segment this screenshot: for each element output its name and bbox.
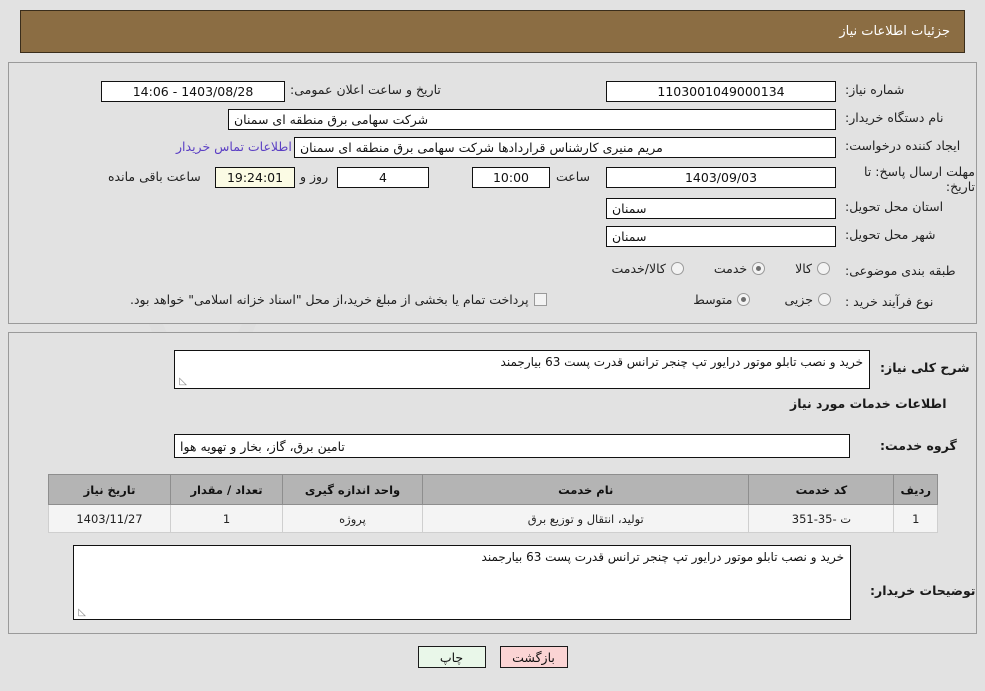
resize-grip-icon-2[interactable]: ◺ xyxy=(76,608,86,618)
purchase-type-option-1[interactable]: متوسط xyxy=(693,292,751,307)
deadline-days-label: روز و xyxy=(300,169,329,184)
radio-kala-khedmat[interactable] xyxy=(670,262,684,275)
table-header-row: ردیف کد خدمت نام خدمت واحد اندازه گیری ت… xyxy=(48,474,938,505)
buyer-notes-text: خرید و نصب تابلو موتور درایور تپ چنجر تر… xyxy=(481,550,844,564)
announce-datetime-field[interactable]: 1403/08/28 - 14:06 xyxy=(101,81,285,102)
category-option-1[interactable]: خدمت xyxy=(713,261,766,276)
need-number-label: شماره نیاز: xyxy=(845,82,905,97)
category-option-0-label: کالا xyxy=(795,261,812,276)
back-button[interactable]: بازگشت xyxy=(499,646,568,668)
province-field[interactable]: سمنان xyxy=(606,198,836,219)
action-buttons: بازگشت چاپ xyxy=(0,646,985,668)
buyer-org-label-wrap: نام دستگاه خریدار: xyxy=(845,110,943,125)
col-unit: واحد اندازه گیری xyxy=(282,474,423,505)
buyer-org-field[interactable]: شرکت سهامی برق منطقه ای سمنان xyxy=(228,109,836,130)
city-field[interactable]: سمنان xyxy=(606,226,836,247)
requester-label-wrap: ایجاد کننده درخواست: xyxy=(845,138,960,153)
purchase-type-label-wrap: نوع فرآیند خرید : xyxy=(845,294,933,309)
treasury-bond-text: پرداخت تمام یا بخشی از مبلغ خرید،از محل … xyxy=(130,292,529,307)
service-group-label: گروه خدمت: xyxy=(880,438,957,453)
need-number-field[interactable]: 1103001049000134 xyxy=(606,81,836,102)
purchase-type-label: نوع فرآیند خرید : xyxy=(845,294,934,309)
treasury-bond-checkbox[interactable] xyxy=(533,293,547,306)
category-option-2[interactable]: کالا/خدمت xyxy=(611,261,684,276)
deadline-date-field[interactable]: 1403/09/03 xyxy=(606,167,836,188)
cell-name: تولید، انتقال و توزیع برق xyxy=(421,504,750,533)
category-radio-group: کالا خدمت کالا/خدمت xyxy=(560,261,830,276)
radio-khedmat[interactable] xyxy=(752,262,766,275)
deadline-time-field[interactable]: 10:00 xyxy=(472,167,550,188)
page-root: AriaTender.net T جزئیات اطلاعات نیاز شما… xyxy=(0,0,985,691)
city-label-wrap: شهر محل تحویل: xyxy=(845,227,935,242)
category-option-1-label: خدمت xyxy=(713,261,748,276)
province-label: استان محل تحویل: xyxy=(845,199,944,214)
col-date: تاریخ نیاز xyxy=(48,474,171,505)
deadline-remaining-field[interactable]: 19:24:01 xyxy=(215,167,295,188)
deadline-time-label: ساعت xyxy=(556,169,591,184)
buyer-notes-textarea[interactable]: خرید و نصب تابلو موتور درایور تپ چنجر تر… xyxy=(73,545,851,620)
cell-quantity: 1 xyxy=(170,504,283,533)
purchase-type-radio-group: جزیی متوسط xyxy=(656,292,831,307)
radio-jozei[interactable] xyxy=(818,293,831,306)
treasury-bond-checkbox-row[interactable]: پرداخت تمام یا بخشی از مبلغ خرید،از محل … xyxy=(130,292,547,307)
page-title: جزئیات اطلاعات نیاز xyxy=(839,24,950,39)
category-option-0[interactable]: کالا xyxy=(795,261,830,276)
radio-motavaset[interactable] xyxy=(737,293,751,306)
purchase-type-option-0-label: جزیی xyxy=(784,292,813,307)
category-label: طبقه بندی موضوعی: xyxy=(845,263,956,278)
cell-unit: پروژه xyxy=(282,504,423,533)
buyer-contact-link[interactable]: اطلاعات تماس خریدار xyxy=(176,139,292,154)
window-title-bar: جزئیات اطلاعات نیاز xyxy=(20,10,965,53)
category-label-wrap: طبقه بندی موضوعی: xyxy=(845,263,956,278)
col-index: ردیف xyxy=(893,474,938,505)
need-summary-text: خرید و نصب تابلو موتور درایور تپ چنجر تر… xyxy=(500,355,863,369)
city-label: شهر محل تحویل: xyxy=(845,227,936,242)
buyer-org-label: نام دستگاه خریدار: xyxy=(845,110,944,125)
requester-label: ایجاد کننده درخواست: xyxy=(845,138,961,153)
requester-field[interactable]: مریم منیری کارشناس قراردادها شرکت سهامی … xyxy=(294,137,836,158)
buyer-notes-label: توضیحات خریدار: xyxy=(870,583,976,598)
resize-grip-icon[interactable]: ◺ xyxy=(177,377,187,387)
col-name: نام خدمت xyxy=(421,474,750,505)
table-row: 1 ت -35-351 تولید، انتقال و توزیع برق پر… xyxy=(48,504,938,533)
service-group-field[interactable]: تامین برق، گاز، بخار و تهویه هوا xyxy=(174,434,850,458)
deadline-label: مهلت ارسال پاسخ: تا تاریخ: xyxy=(864,164,975,194)
col-quantity: تعداد / مقدار xyxy=(170,474,283,505)
purchase-type-option-0[interactable]: جزیی xyxy=(784,292,831,307)
deadline-days-field[interactable]: 4 xyxy=(337,167,429,188)
deadline-remaining-label: ساعت باقی مانده xyxy=(108,169,201,184)
need-number-label-wrap: شماره نیاز: xyxy=(845,82,904,97)
deadline-label-wrap: مهلت ارسال پاسخ: تا تاریخ: xyxy=(845,164,975,194)
purchase-type-option-1-label: متوسط xyxy=(693,292,733,307)
print-button[interactable]: چاپ xyxy=(417,646,486,668)
announce-datetime-label: تاریخ و ساعت اعلان عمومی: xyxy=(290,82,441,97)
services-table: ردیف کد خدمت نام خدمت واحد اندازه گیری ت… xyxy=(48,474,938,533)
radio-kala[interactable] xyxy=(817,262,830,275)
col-code: کد خدمت xyxy=(748,474,895,505)
cell-index: 1 xyxy=(893,504,938,533)
cell-date: 1403/11/27 xyxy=(48,504,171,533)
category-option-2-label: کالا/خدمت xyxy=(611,261,666,276)
need-summary-textarea[interactable]: خرید و نصب تابلو موتور درایور تپ چنجر تر… xyxy=(174,350,870,389)
announce-label-wrap: تاریخ و ساعت اعلان عمومی: xyxy=(290,82,441,97)
services-section-heading: اطلاعات خدمات مورد نیاز xyxy=(790,396,947,411)
cell-code: ت -35-351 xyxy=(748,504,895,533)
province-label-wrap: استان محل تحویل: xyxy=(845,199,943,214)
need-summary-label: شرح کلی نیاز: xyxy=(880,360,970,375)
